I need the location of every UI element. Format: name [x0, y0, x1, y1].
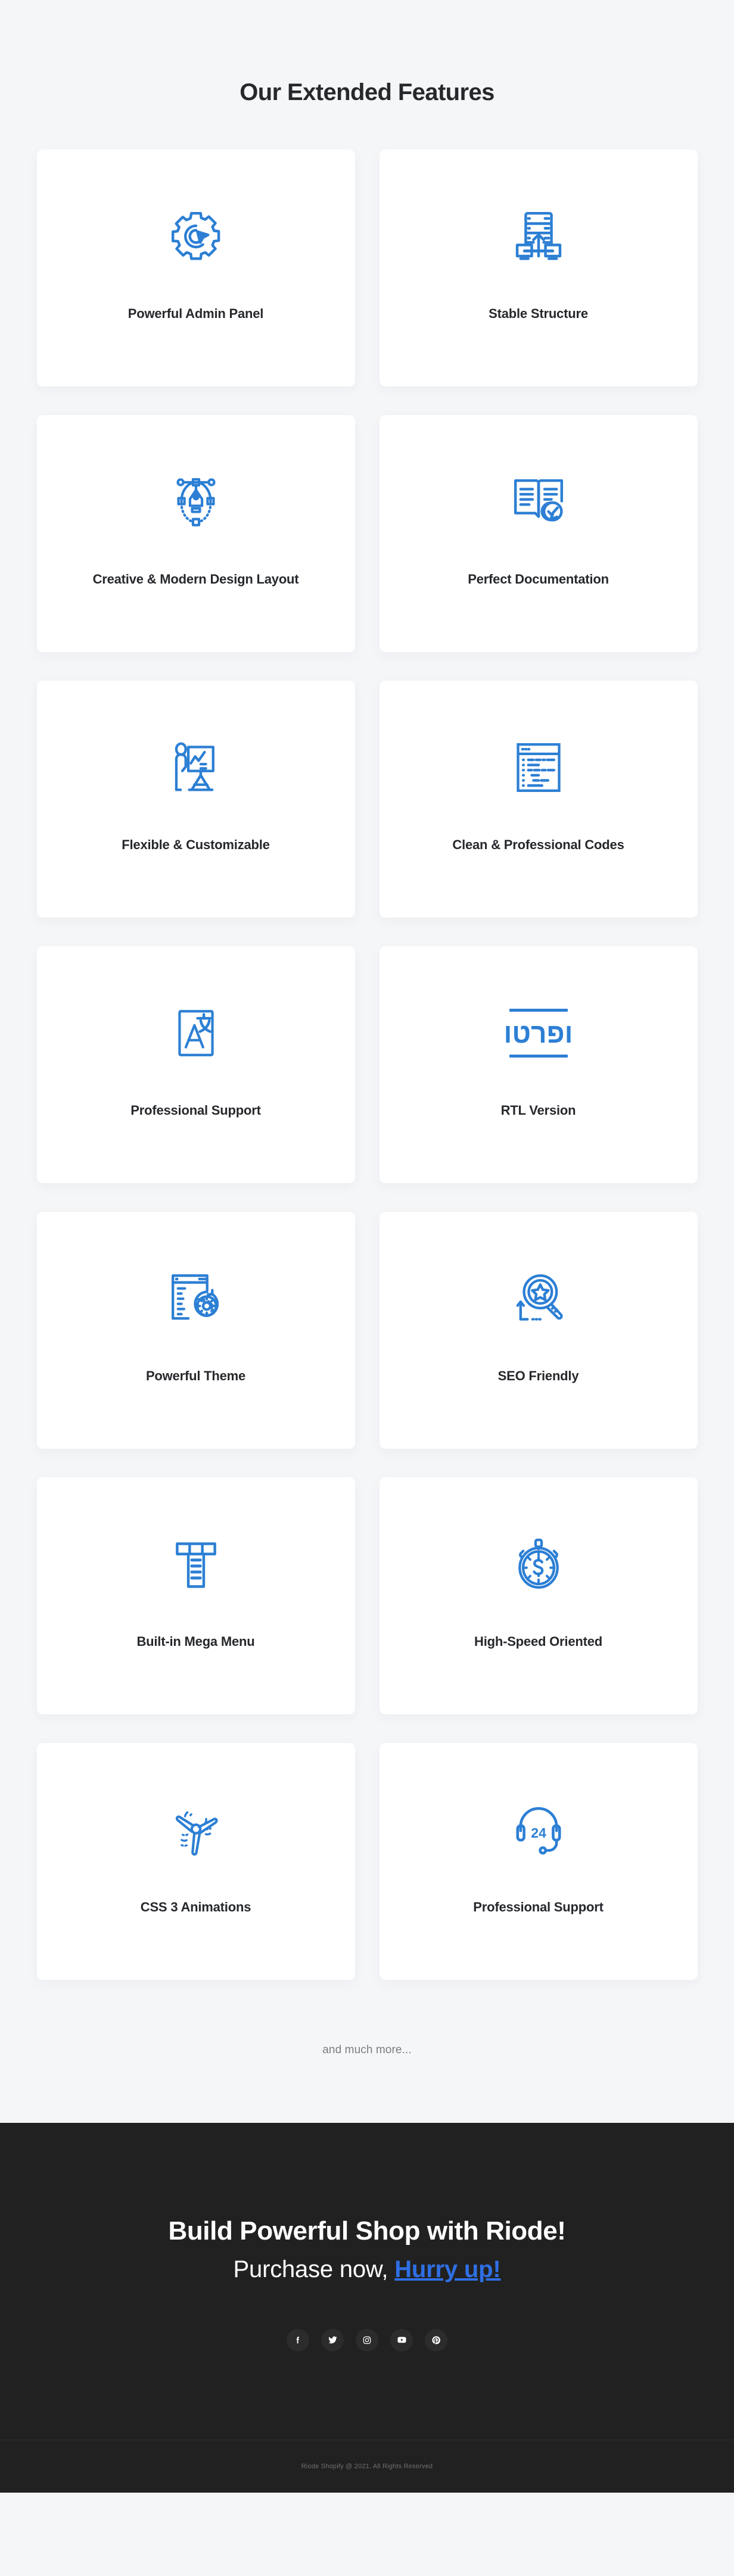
browser-gear-icon	[164, 1267, 228, 1331]
propeller-fan-icon	[164, 1798, 228, 1862]
feature-title: RTL Version	[500, 1103, 576, 1118]
presentation-person-icon	[164, 735, 228, 800]
feature-title: Creative & Modern Design Layout	[92, 572, 299, 587]
social-links	[0, 2328, 734, 2440]
feature-card[interactable]: Powerful Theme	[36, 1212, 355, 1449]
feature-card[interactable]: Professional Support	[36, 946, 355, 1183]
hurry-up-link[interactable]: Hurry up!	[394, 2256, 500, 2282]
rtl-bottom-bar	[509, 1055, 568, 1058]
feature-card[interactable]: Powerful Admin Panel	[36, 149, 355, 386]
cta-sub-prefix: Purchase now,	[233, 2256, 395, 2282]
feature-title: Stable Structure	[489, 306, 588, 321]
facebook-icon[interactable]	[287, 2328, 309, 2352]
feature-card[interactable]: Built-in Mega Menu	[36, 1477, 355, 1714]
feature-title: Professional Support	[473, 1900, 604, 1914]
rtl-top-bar	[509, 1009, 568, 1012]
extended-features-section: Our Extended Features Powerful Admin Pan…	[0, 0, 734, 2123]
translate-icon	[164, 1001, 228, 1065]
server-network-icon	[506, 204, 571, 269]
code-window-icon	[506, 735, 571, 800]
feature-title: SEO Friendly	[497, 1368, 579, 1383]
feature-title: High-Speed Oriented	[474, 1634, 602, 1649]
cta-subheading: Purchase now, Hurry up!	[0, 2254, 734, 2284]
and-much-more-text: and much more...	[322, 2044, 412, 2056]
feature-card[interactable]: Stable Structure	[379, 149, 698, 386]
book-check-icon	[506, 470, 571, 534]
headset-badge-number: 24	[531, 1825, 546, 1841]
feature-title: Perfect Documentation	[468, 572, 609, 587]
copyright-bar: Riode Shopify @ 2021. All Rights Reserve…	[0, 2439, 734, 2493]
stopwatch-dollar-icon	[506, 1532, 571, 1596]
instagram-icon[interactable]	[356, 2328, 378, 2352]
feature-card[interactable]: Perfect Documentation	[379, 415, 698, 652]
feature-card[interactable]: ופרטו RTL Version	[379, 946, 698, 1183]
feature-card[interactable]: CSS 3 Animations	[36, 1743, 355, 1980]
feature-title: Clean & Professional Codes	[452, 837, 624, 852]
twitter-icon[interactable]	[321, 2328, 344, 2352]
cta-section: Build Powerful Shop with Riode! Purchase…	[0, 2123, 734, 2493]
feature-title: Powerful Admin Panel	[127, 306, 264, 321]
feature-card[interactable]: 24 Professional Support	[379, 1743, 698, 1980]
feature-card[interactable]: Creative & Modern Design Layout	[36, 415, 355, 652]
page-title: Our Extended Features	[240, 79, 494, 105]
rtl-hebrew-text: ופרטו	[503, 1018, 573, 1049]
feature-title: CSS 3 Animations	[140, 1900, 251, 1914]
feature-title: Flexible & Customizable	[122, 837, 270, 852]
feature-card[interactable]: SEO Friendly	[379, 1212, 698, 1449]
feature-card[interactable]: High-Speed Oriented	[379, 1477, 698, 1714]
feature-title: Professional Support	[130, 1103, 261, 1118]
feature-title: Powerful Theme	[145, 1368, 246, 1383]
pinterest-icon[interactable]	[425, 2328, 447, 2352]
feature-card[interactable]: Clean & Professional Codes	[379, 681, 698, 918]
features-grid: Powerful Admin Panel Stable Structure Cr…	[36, 107, 698, 1980]
gear-cursor-icon	[164, 204, 228, 269]
youtube-icon[interactable]	[390, 2328, 413, 2352]
magnifier-star-icon	[506, 1267, 571, 1331]
pen-tool-icon	[164, 470, 228, 534]
copyright-text: Riode Shopify @ 2021. All Rights Reserve…	[301, 2462, 433, 2470]
feature-card[interactable]: Flexible & Customizable	[36, 681, 355, 918]
feature-title: Built-in Mega Menu	[136, 1634, 255, 1649]
headset-24-icon: 24	[506, 1798, 571, 1862]
rtl-text-icon: ופרטו	[503, 1001, 573, 1065]
mega-menu-icon	[164, 1532, 228, 1596]
cta-heading: Build Powerful Shop with Riode!	[168, 2216, 566, 2246]
